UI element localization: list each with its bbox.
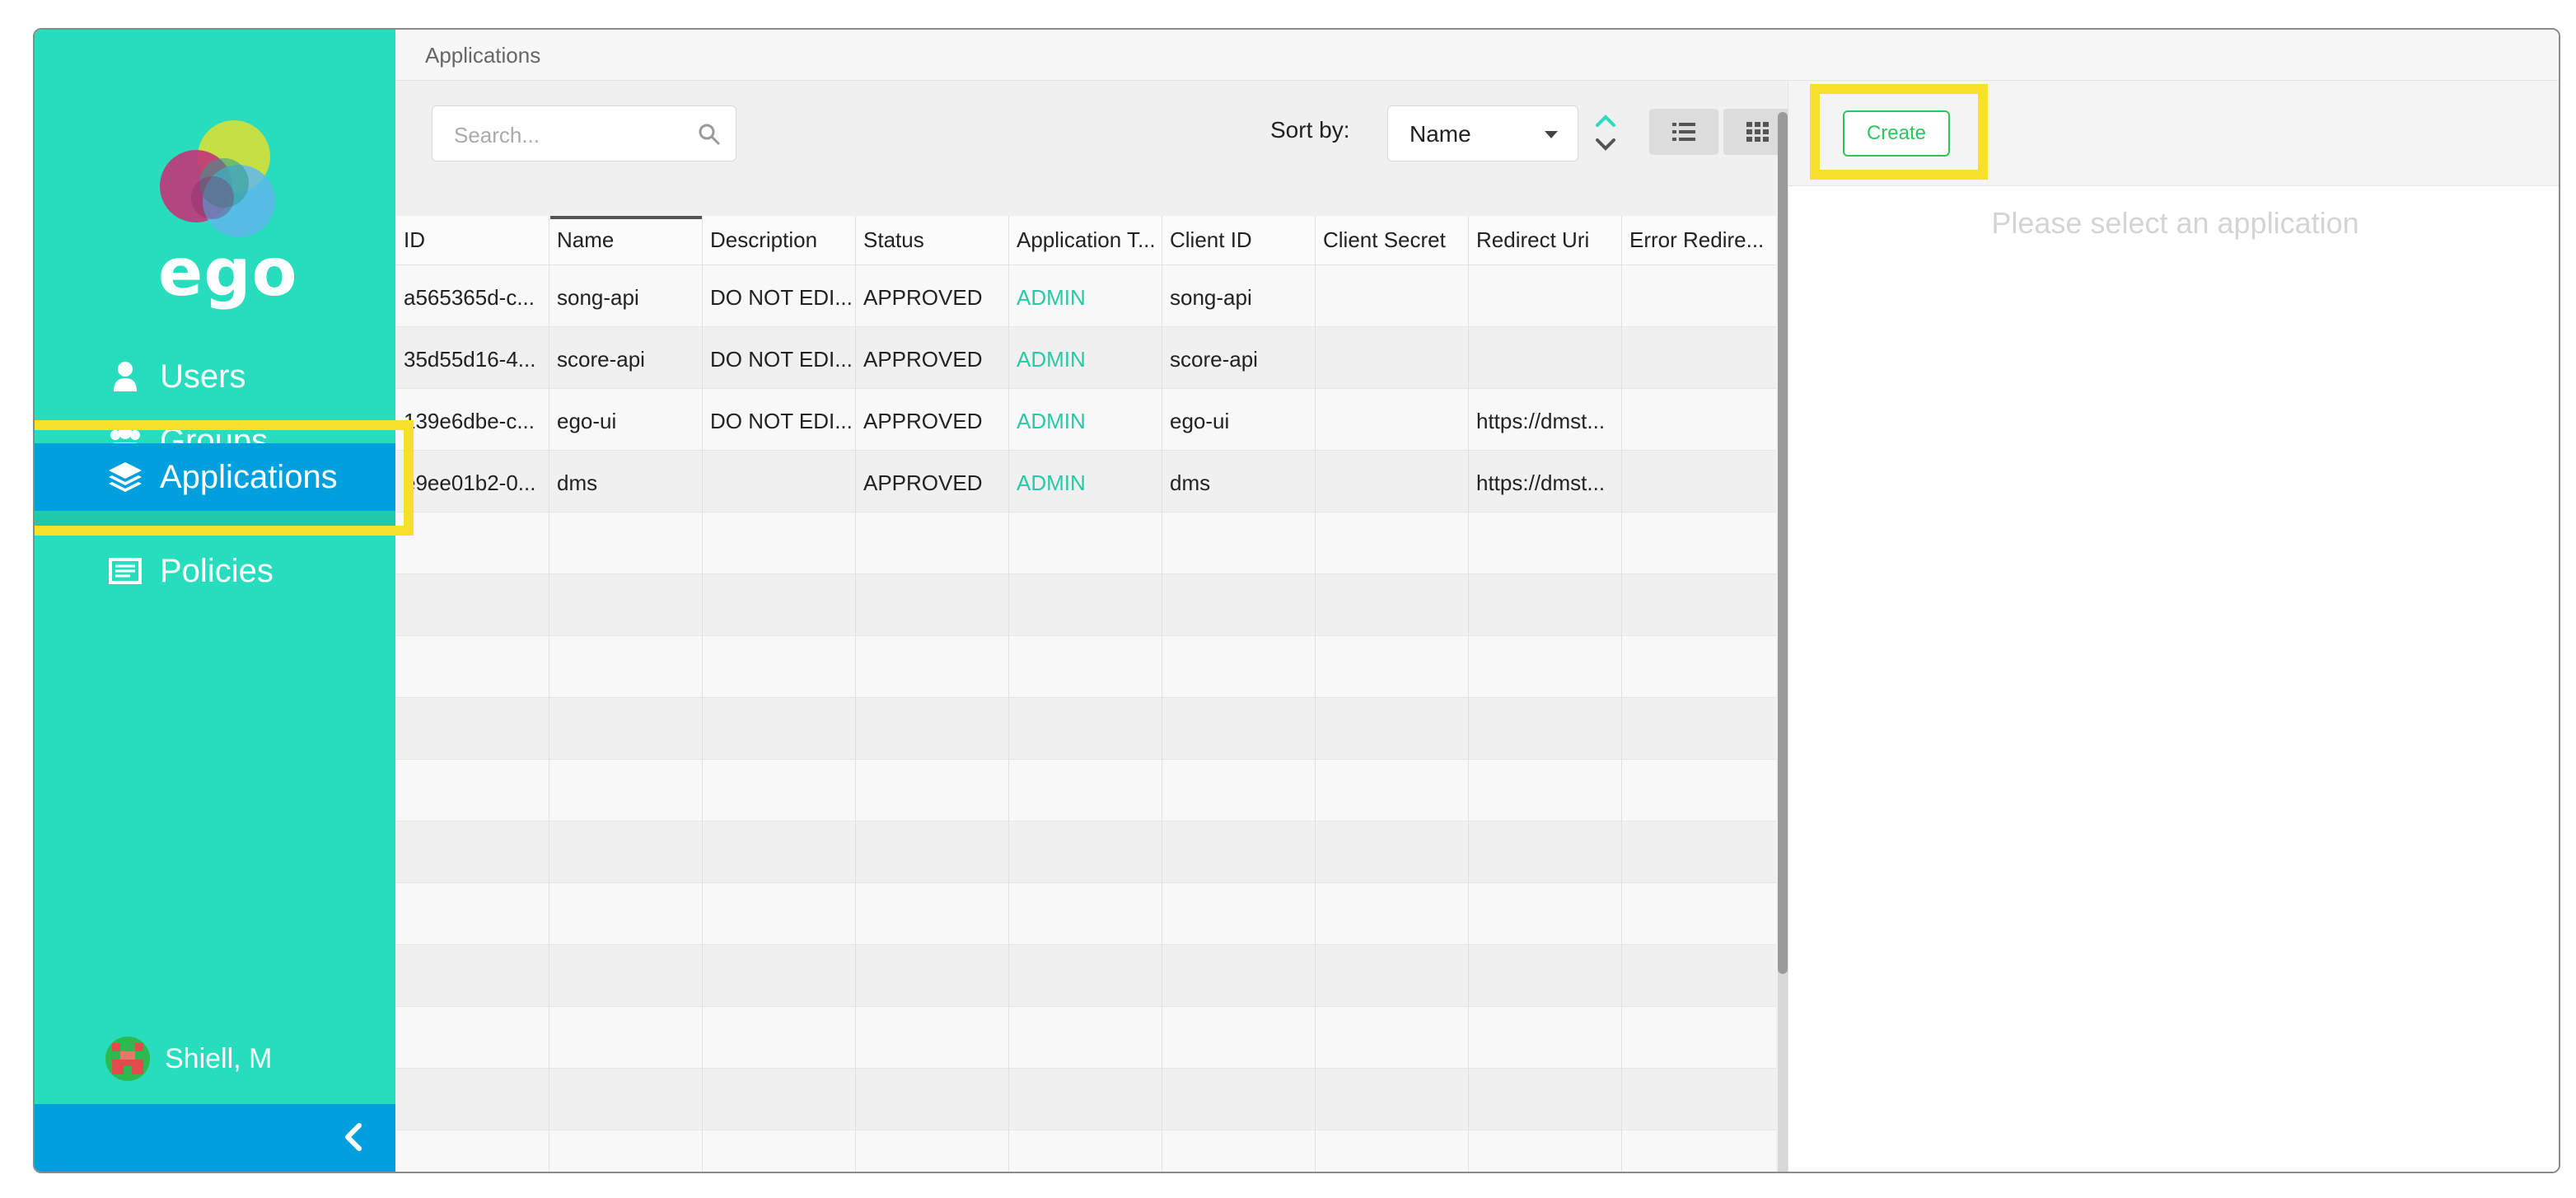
cell-application-type: ADMIN bbox=[1017, 347, 1086, 372]
create-button[interactable]: Create bbox=[1843, 110, 1950, 157]
table-row bbox=[395, 698, 1776, 760]
cell-id: 35d55d16-4... bbox=[404, 347, 536, 372]
table-row bbox=[395, 883, 1776, 945]
table-row bbox=[395, 945, 1776, 1007]
cell-description: DO NOT EDI... bbox=[710, 347, 853, 372]
sort-indicator bbox=[550, 216, 702, 219]
cell-client-id: song-api bbox=[1170, 285, 1252, 310]
column-header-status[interactable]: Status bbox=[855, 227, 1008, 253]
sidebar-item-applications[interactable]: Applications bbox=[35, 443, 400, 511]
caret-down-icon bbox=[1545, 131, 1558, 138]
column-divider bbox=[855, 216, 856, 1172]
column-header-id[interactable]: ID bbox=[395, 227, 549, 253]
column-header-application-type[interactable]: Application T... bbox=[1008, 227, 1162, 253]
search-icon bbox=[699, 124, 720, 145]
list-icon bbox=[1672, 123, 1695, 141]
cell-status: APPROVED bbox=[863, 470, 983, 495]
sidebar-item-policies[interactable]: Policies bbox=[35, 539, 395, 603]
sidebar-item-label: Policies bbox=[160, 552, 273, 589]
table-row[interactable]: a565365d-c... song-api DO NOT EDI... APPROV… bbox=[395, 265, 1776, 327]
avatar bbox=[105, 1037, 150, 1081]
sort-order-toggle-icon[interactable] bbox=[1592, 112, 1620, 155]
sort-label: Sort by: bbox=[1270, 117, 1350, 143]
cell-status: APPROVED bbox=[863, 285, 983, 310]
collapse-bar[interactable] bbox=[35, 1104, 395, 1172]
cell-id: a565365d-c... bbox=[404, 285, 535, 310]
cell-description: DO NOT EDI... bbox=[710, 409, 853, 433]
cell-client-id: ego-ui bbox=[1170, 409, 1230, 433]
cell-status: APPROVED bbox=[863, 409, 983, 433]
cell-application-type: ADMIN bbox=[1017, 409, 1086, 433]
policies-icon bbox=[109, 558, 142, 584]
table-row bbox=[395, 1130, 1776, 1172]
sidebar-item-users[interactable]: Users bbox=[35, 344, 395, 409]
grid-icon bbox=[1746, 122, 1769, 142]
active-indicator bbox=[35, 511, 395, 526]
column-header-name[interactable]: Name bbox=[549, 227, 702, 253]
cell-id: e9ee01b2-0... bbox=[404, 470, 536, 495]
layers-icon bbox=[109, 462, 142, 492]
applications-list: Search... Sort by: Name ID Name Descript… bbox=[395, 81, 1793, 1172]
sidebar-item-label: Users bbox=[160, 358, 246, 395]
search-input[interactable]: Search... bbox=[432, 105, 736, 161]
sidebar: ego Users Groups Policies Applications S… bbox=[35, 30, 400, 1172]
sidebar-item-label: Applications bbox=[160, 458, 338, 495]
column-header-client-secret[interactable]: Client Secret bbox=[1315, 227, 1468, 253]
sort-value: Name bbox=[1410, 121, 1471, 147]
cell-status: APPROVED bbox=[863, 347, 983, 372]
column-header-error-redirect[interactable]: Error Redire... bbox=[1621, 227, 1774, 253]
cell-id: 139e6dbe-c... bbox=[404, 409, 535, 433]
breadcrumb-label: Applications bbox=[425, 43, 541, 68]
table-header: ID Name Description Status Application T… bbox=[395, 216, 1776, 265]
detail-panel: Create Please select an application bbox=[1788, 81, 2559, 1172]
table-row bbox=[395, 1007, 1776, 1069]
cell-client-id: dms bbox=[1170, 470, 1211, 495]
user-icon bbox=[114, 362, 137, 391]
column-divider bbox=[702, 216, 703, 1172]
column-header-redirect-uri[interactable]: Redirect Uri bbox=[1468, 227, 1621, 253]
cell-client-id: score-api bbox=[1170, 347, 1258, 372]
table-row[interactable]: e9ee01b2-0... dms APPROVED ADMIN dms https://… bbox=[395, 451, 1776, 512]
cell-redirect-uri: https://dmst... bbox=[1476, 409, 1606, 433]
cell-redirect-uri: https://dmst... bbox=[1476, 470, 1606, 495]
cell-application-type: ADMIN bbox=[1017, 285, 1086, 310]
column-divider bbox=[1008, 216, 1009, 1172]
table-row[interactable]: 139e6dbe-c... ego-ui DO NOT EDI... APPROVED… bbox=[395, 389, 1776, 451]
detail-toolbar: Create bbox=[1788, 81, 2559, 186]
column-divider bbox=[1315, 216, 1316, 1172]
table-row bbox=[395, 512, 1776, 574]
cell-application-type: ADMIN bbox=[1017, 470, 1086, 495]
column-header-description[interactable]: Description bbox=[702, 227, 855, 253]
table-row bbox=[395, 760, 1776, 821]
table-row[interactable]: 35d55d16-4... score-api DO NOT EDI... APPRO… bbox=[395, 327, 1776, 389]
table-row bbox=[395, 1069, 1776, 1130]
list-view-button[interactable] bbox=[1649, 109, 1718, 155]
column-divider bbox=[1621, 216, 1622, 1172]
table-row bbox=[395, 574, 1776, 636]
cell-name: score-api bbox=[557, 347, 645, 372]
logo-text: ego bbox=[158, 234, 298, 311]
table-row bbox=[395, 636, 1776, 698]
scrollbar-thumb[interactable] bbox=[1778, 112, 1788, 974]
table-row bbox=[395, 821, 1776, 883]
breadcrumb: Applications bbox=[395, 30, 2559, 81]
ego-logo-icon bbox=[160, 120, 275, 237]
cell-name: dms bbox=[557, 470, 598, 495]
cell-name: ego-ui bbox=[557, 409, 617, 433]
search-placeholder: Search... bbox=[454, 123, 540, 147]
cell-name: song-api bbox=[557, 285, 639, 310]
column-divider bbox=[1468, 216, 1469, 1172]
sort-select[interactable]: Name bbox=[1387, 105, 1578, 161]
empty-state-message: Please select an application bbox=[1991, 206, 2359, 240]
list-toolbar: Search... Sort by: Name bbox=[395, 81, 1793, 186]
cell-description: DO NOT EDI... bbox=[710, 285, 853, 310]
user-name: Shiell, M bbox=[165, 1042, 273, 1074]
chevron-left-icon[interactable] bbox=[338, 1121, 371, 1154]
main-content: Applications Search... Sort by: Name ID … bbox=[395, 30, 2559, 1172]
app-window: ego Users Groups Policies Applications S… bbox=[33, 28, 2560, 1173]
user-profile[interactable]: Shiell, M bbox=[105, 1037, 272, 1081]
column-header-client-id[interactable]: Client ID bbox=[1162, 227, 1315, 253]
